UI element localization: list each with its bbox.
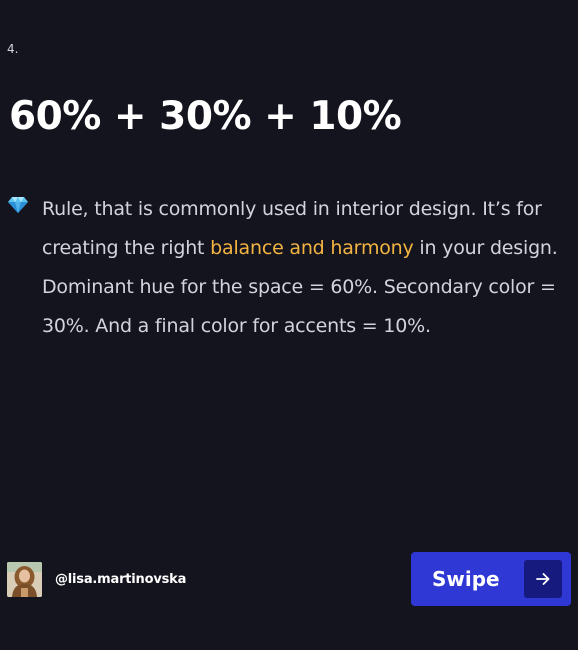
avatar (7, 561, 42, 597)
body-text: Rule, that is commonly used in interior … (42, 190, 562, 346)
page-title: 60% + 30% + 10% (9, 94, 402, 139)
swipe-button[interactable]: Swipe (411, 552, 571, 606)
swipe-label: Swipe (432, 567, 500, 591)
slide-number: 4. (7, 42, 19, 56)
author-handle: @lisa.martinovska (55, 571, 187, 587)
author: @lisa.martinovska (7, 561, 186, 597)
arrow-right-icon (524, 560, 562, 598)
gem-icon (8, 197, 28, 213)
highlight-text: balance and harmony (210, 237, 414, 259)
